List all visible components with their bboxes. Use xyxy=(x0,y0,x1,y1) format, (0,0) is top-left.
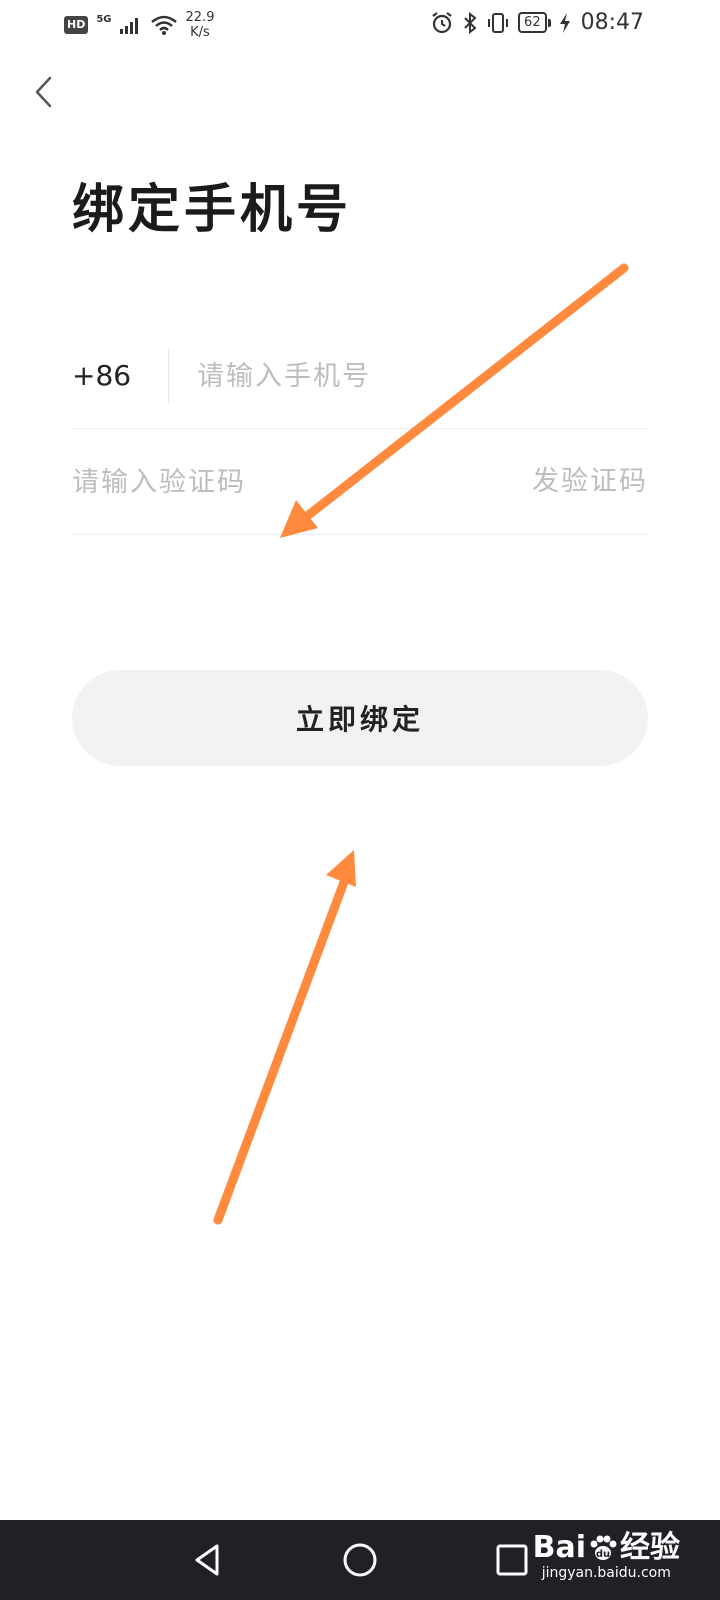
arrow-icon xyxy=(213,850,356,1225)
watermark-logo-text: Bai xyxy=(532,1530,586,1565)
paw-icon: du xyxy=(590,1535,617,1560)
status-left: HD 5G 22.9 K/s xyxy=(64,10,214,40)
watermark-logo: Bai du 经验 xyxy=(533,1532,680,1564)
watermark-logo-cn: 经验 xyxy=(620,1530,680,1565)
vibrate-icon xyxy=(488,12,509,33)
speed-unit: K/s xyxy=(190,25,210,40)
phone-row: +86 xyxy=(72,338,648,429)
phone-input[interactable] xyxy=(197,354,637,398)
hd-icon: HD xyxy=(64,16,89,34)
recents-square-icon xyxy=(496,1544,528,1576)
bind-now-button[interactable]: 立即绑定 xyxy=(72,670,648,766)
chevron-left-icon xyxy=(35,76,52,108)
divider xyxy=(168,348,169,404)
back-button[interactable] xyxy=(28,72,64,112)
baidu-jingyan-watermark: Bai du 经验 jingyan.baidu.com xyxy=(533,1532,680,1582)
back-triangle-icon xyxy=(195,1544,219,1576)
network-type: 5G xyxy=(96,14,112,25)
battery-icon: 62 xyxy=(518,12,551,33)
nav-recents-button[interactable] xyxy=(488,1536,536,1584)
code-row: 发验证码 xyxy=(72,428,648,535)
nav-back-button[interactable] xyxy=(184,1536,232,1584)
cellular-signal-icon xyxy=(119,18,138,34)
status-right: 62 08:47 xyxy=(430,10,644,35)
country-code-selector[interactable]: +86 xyxy=(72,358,131,394)
watermark-url: jingyan.baidu.com xyxy=(541,1565,671,1581)
bluetooth-icon xyxy=(464,11,477,34)
alarm-icon xyxy=(432,11,452,33)
verification-code-input[interactable] xyxy=(72,460,452,504)
send-code-button[interactable]: 发验证码 xyxy=(532,460,648,504)
clock: 08:47 xyxy=(580,10,644,35)
wifi-icon xyxy=(150,15,177,35)
page-title: 绑定手机号 xyxy=(72,179,353,240)
nav-home-button[interactable] xyxy=(336,1536,384,1584)
home-circle-icon xyxy=(343,1543,377,1577)
charging-icon xyxy=(559,12,570,33)
speed-value: 22.9 xyxy=(185,10,215,25)
network-speed: 22.9 K/s xyxy=(186,10,215,40)
svg-text:du: du xyxy=(596,1549,610,1560)
status-bar: HD 5G 22.9 K/s 62 08:47 xyxy=(0,0,720,48)
